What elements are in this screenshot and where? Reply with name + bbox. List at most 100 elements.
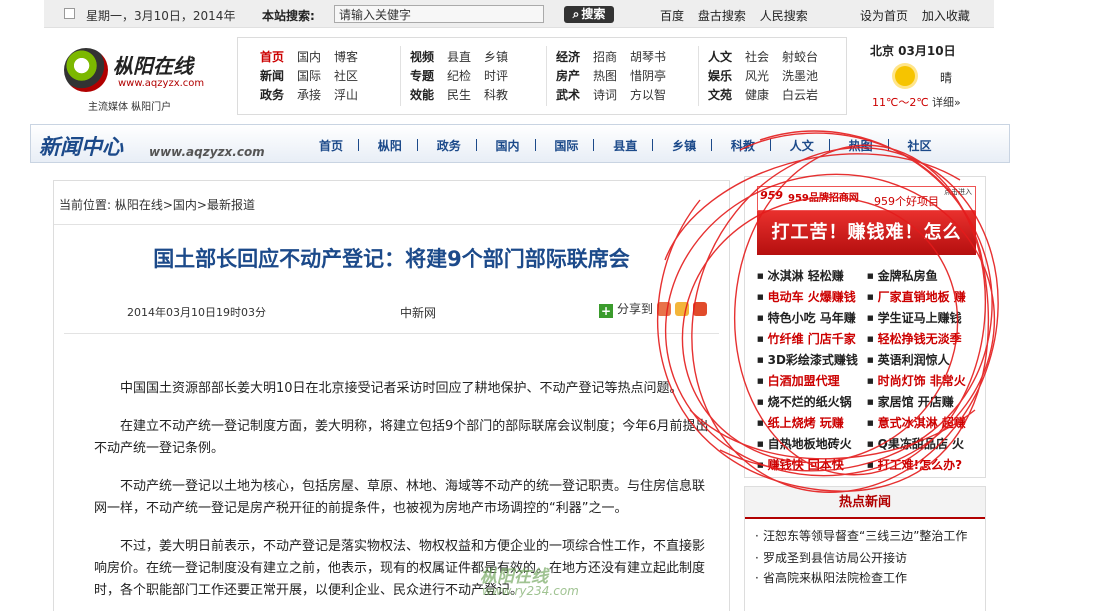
share-weibo-icon[interactable] (657, 302, 672, 316)
channel-link[interactable]: 国际 (554, 139, 578, 153)
add-favorite-link[interactable]: 加入收藏 (922, 9, 970, 23)
ad-banner-959[interactable]: 959 959品牌招商网 959个好项目 点击进入 打工苦！赚钱难！怎么办？ (757, 186, 976, 287)
channel-link[interactable]: 县直 (613, 139, 637, 153)
article-source: 中新网 (400, 306, 437, 320)
nav-item[interactable]: 浮山 (334, 86, 371, 103)
nav-item[interactable]: 承接 (297, 86, 334, 103)
set-homepage-link[interactable]: 设为首页 (860, 9, 908, 23)
ad-link[interactable]: 厂家直销地板 赚 (867, 288, 977, 305)
ad-link[interactable]: 白酒加盟代理 (757, 372, 867, 389)
ad-link[interactable]: 电动车 火爆赚钱 (757, 288, 867, 305)
nav-home[interactable]: 首页 (260, 48, 297, 65)
hot-news-panel: 热点新闻 汪恕东等领导督查“三线三边”整治工作 罗成圣到县信访局公开接访 省高院… (744, 486, 986, 611)
nav-item[interactable]: 社区 (334, 67, 371, 84)
nav-item[interactable]: 射蛟台 (782, 48, 819, 65)
channel-divider (828, 139, 830, 151)
nav-group-4: 人文 社会 射蛟台 娱乐 风光 洗墨池 文苑 健康 白云岩 (708, 48, 819, 105)
link-pangu[interactable]: 盘古搜索 (698, 9, 746, 23)
ad-link[interactable]: 冰淇淋 轻松赚 (757, 267, 867, 284)
link-renmin[interactable]: 人民搜索 (760, 9, 808, 23)
nav-item[interactable]: 视频 (410, 48, 447, 65)
nav-item[interactable]: 政务 (260, 86, 297, 103)
nav-item[interactable]: 社会 (745, 48, 782, 65)
ad-headline-small: 959个好项目 (874, 195, 939, 208)
ad-link[interactable]: 英语利润惊人 (867, 351, 977, 368)
ad-link[interactable]: 烧不烂的纸火锅 (757, 393, 867, 410)
breadcrumb: 当前位置: 枞阳在线>国内>最新报道 (54, 181, 729, 225)
nav-item[interactable]: 娱乐 (708, 67, 745, 84)
breadcrumb-path[interactable]: 枞阳在线>国内>最新报道 (115, 198, 255, 212)
ad-link[interactable]: 学生证马上赚钱 (867, 309, 977, 326)
nav-item[interactable]: 国内 (297, 48, 334, 65)
channel-link[interactable]: 乡镇 (672, 139, 696, 153)
channel-link[interactable]: 国内 (496, 139, 520, 153)
nav-item[interactable]: 纪检 (447, 67, 484, 84)
nav-item[interactable]: 武术 (556, 86, 593, 103)
nav-item[interactable]: 乡镇 (484, 48, 521, 65)
channel-divider (416, 139, 418, 151)
nav-item[interactable]: 经济 (556, 48, 593, 65)
nav-item[interactable]: 洗墨池 (782, 67, 819, 84)
nav-item[interactable]: 惜阴亭 (630, 67, 667, 84)
nav-item[interactable]: 新闻 (260, 67, 297, 84)
ad-link[interactable]: Q果冻甜品店 火 (867, 435, 977, 452)
ad-link[interactable]: 纸上烧烤 玩赚 (757, 414, 867, 431)
nav-item[interactable]: 房产 (556, 67, 593, 84)
nav-item[interactable]: 效能 (410, 86, 447, 103)
search-button[interactable]: ⌕ 搜索 (564, 6, 614, 23)
ad-link-row: 纸上烧烤 玩赚意式冰淇淋 超赚 (757, 414, 983, 435)
hot-news-item[interactable]: 汪恕东等领导督查“三线三边”整治工作 (745, 527, 985, 545)
ad-link[interactable]: 赚钱快 回本快 (757, 456, 867, 473)
channel-link[interactable]: 政务 (437, 139, 461, 153)
nav-item[interactable]: 热图 (593, 67, 630, 84)
ad-link[interactable]: 意式冰淇淋 超赚 (867, 414, 977, 431)
nav-item[interactable]: 白云岩 (782, 86, 819, 103)
nav-item[interactable]: 科教 (484, 86, 521, 103)
channel-link[interactable]: 枞阳 (378, 139, 402, 153)
channel-title: 新闻中心 (39, 135, 123, 159)
sunny-icon (895, 66, 915, 86)
nav-item[interactable]: 专题 (410, 67, 447, 84)
ad-link[interactable]: 竹纤维 门店千家 (757, 330, 867, 347)
nav-item[interactable]: 民生 (447, 86, 484, 103)
search-input[interactable] (334, 5, 544, 23)
share-bar[interactable]: + 分享到 (599, 300, 708, 318)
nav-group-2: 视频 县直 乡镇 专题 纪检 时评 效能 民生 科教 (410, 48, 521, 105)
ad-link[interactable]: 特色小吃 马年赚 (757, 309, 867, 326)
nav-item[interactable]: 方以智 (630, 86, 667, 103)
channel-link[interactable]: 科教 (731, 139, 755, 153)
channel-link[interactable]: 热图 (849, 139, 873, 153)
nav-item[interactable]: 风光 (745, 67, 782, 84)
site-logo[interactable]: 枞阳在线 www.aqzyzx.com 主流媒体 枞阳门户 (58, 42, 218, 117)
share-renren-icon[interactable] (693, 302, 708, 316)
nav-item[interactable]: 博客 (334, 48, 371, 65)
ad-link[interactable]: 时尚灯饰 非常火 (867, 372, 977, 389)
ad-link[interactable]: 打工难!怎么办? (867, 456, 977, 473)
nav-item[interactable]: 文苑 (708, 86, 745, 103)
channel-link[interactable]: 首页 (319, 139, 343, 153)
link-baidu[interactable]: 百度 (660, 9, 684, 23)
nav-item[interactable]: 时评 (484, 67, 521, 84)
nav-item[interactable]: 诗词 (593, 86, 630, 103)
channel-link[interactable]: 社区 (907, 139, 931, 153)
ad-link[interactable]: 轻松挣钱无淡季 (867, 330, 977, 347)
ad-link[interactable]: 3D彩绘漆式赚钱 (757, 351, 867, 368)
share-qzone-icon[interactable] (675, 302, 690, 316)
divider (64, 333, 719, 334)
ad-link[interactable]: 自热地板地砖火 (757, 435, 867, 452)
channel-divider (534, 139, 536, 151)
ad-link[interactable]: 金牌私房鱼 (867, 267, 977, 284)
nav-item[interactable]: 县直 (447, 48, 484, 65)
ad-link[interactable]: 家居馆 开店赚 (867, 393, 977, 410)
nav-item[interactable]: 人文 (708, 48, 745, 65)
channel-link[interactable]: 人文 (790, 139, 814, 153)
nav-item[interactable]: 招商 (593, 48, 630, 65)
logo-slogan: 主流媒体 枞阳门户 (88, 102, 172, 113)
nav-item[interactable]: 胡琴书 (630, 48, 667, 65)
hot-news-item[interactable]: 省高院来枞阳法院检查工作 (745, 569, 985, 587)
nav-item[interactable]: 健康 (745, 86, 782, 103)
nav-item[interactable]: 国际 (297, 67, 334, 84)
weather-detail-link[interactable]: 详细» (932, 94, 961, 110)
hot-news-item[interactable]: 罗成圣到县信访局公开接访 (745, 549, 985, 567)
watermark-url: www.ry234.com (482, 584, 579, 598)
